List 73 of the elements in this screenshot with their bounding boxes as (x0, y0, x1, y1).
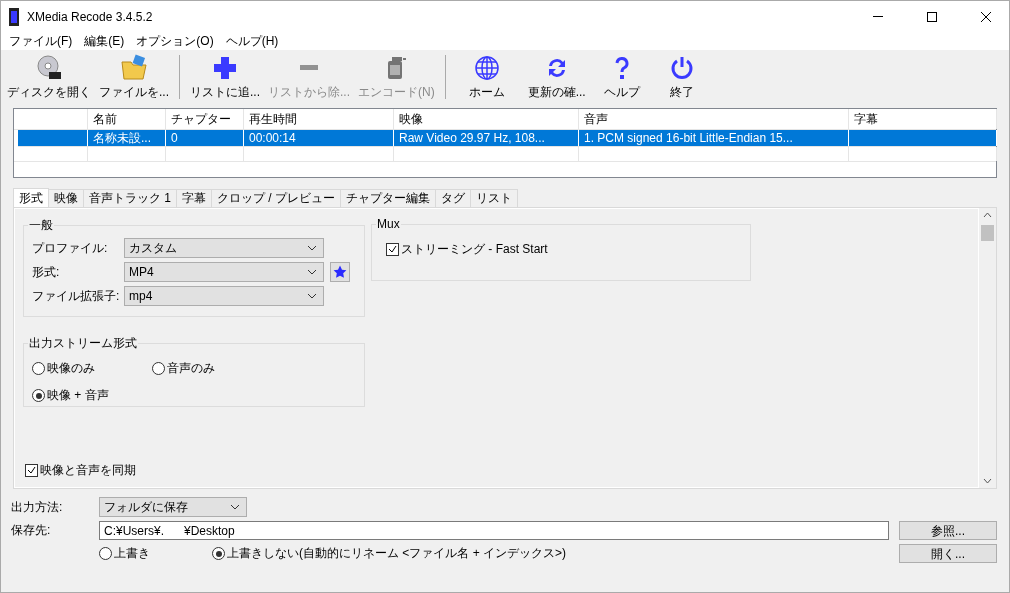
chevron-down-icon (307, 293, 317, 299)
field-label: 出力方法: (11, 498, 64, 516)
table-cell: 1. PCM signed 16-bit Little-Endian 15... (579, 130, 849, 146)
dropdown[interactable]: フォルダに保存 (99, 497, 247, 517)
checkmark-icon (27, 466, 36, 475)
film-strip-icon (9, 7, 19, 26)
menu-item[interactable]: ファイル(F) (3, 32, 79, 50)
field-label: ファイル拡張子: (32, 287, 121, 305)
file-row[interactable]: 名称未設... 0 00:00:14 Raw Video 29.97 Hz, 108... 1. PCM signed 16-bit Little-Endian 15... (18, 130, 996, 147)
radio-button[interactable]: 映像 + 音声 (32, 387, 152, 404)
table-cell: 0 (166, 130, 244, 146)
column-header: 名前 (88, 109, 166, 129)
column-header: チャプター (166, 109, 244, 129)
group-title: 出力ストリーム形式 (28, 335, 138, 352)
column-header: 音声 (579, 109, 849, 129)
path-field[interactable]: C:¥Users¥. ¥Desktop (99, 521, 889, 540)
disc-icon (35, 53, 63, 82)
radio-button[interactable]: 映像のみ (32, 360, 152, 377)
chevron-down-icon (307, 245, 317, 251)
tab[interactable]: 映像 (48, 189, 84, 207)
toolbar-button[interactable]: ファイルを... (95, 52, 173, 102)
plus-icon (212, 54, 238, 81)
minus-icon (300, 65, 319, 70)
dropdown[interactable]: カスタム (124, 238, 324, 258)
checkmark-icon (388, 245, 397, 254)
star-icon (333, 265, 347, 279)
toolbar-button[interactable]: リストに追... (186, 52, 265, 102)
tab[interactable]: 音声トラック 1 (83, 189, 177, 207)
toolbar-button[interactable]: ホーム (451, 52, 522, 102)
table-cell: 名称未設... (88, 130, 166, 146)
tab[interactable]: チャプター編集 (340, 189, 437, 207)
toolbar-button[interactable]: ディスクを開く (3, 52, 95, 102)
group-title: 一般 (28, 217, 54, 234)
scrollbar[interactable] (979, 208, 996, 488)
checkbox[interactable]: ストリーミング - Fast Start (386, 241, 744, 258)
folder-icon (120, 53, 148, 82)
dropdown[interactable]: mp4 (124, 286, 324, 306)
tab[interactable]: リスト (470, 189, 519, 207)
field-label: 保存先: (11, 522, 52, 539)
favorite-button[interactable] (330, 262, 350, 282)
tab[interactable]: タグ (435, 189, 472, 207)
field-label: プロファイル: (32, 239, 109, 257)
tab[interactable]: 字幕 (176, 189, 212, 207)
dropdown[interactable]: MP4 (124, 262, 324, 282)
chevron-down-icon (307, 269, 317, 275)
field-label: 形式: (32, 263, 61, 281)
browse-button[interactable]: 参照... (899, 521, 997, 540)
minimize-icon (873, 16, 883, 17)
radio-button[interactable]: 上書き (99, 545, 150, 562)
close-icon (981, 11, 991, 22)
table-cell: 00:00:14 (244, 130, 394, 146)
scroll-thumb[interactable] (981, 225, 994, 241)
toolbar-button[interactable]: 更新の確... (521, 52, 592, 102)
chevron-down-icon (230, 504, 240, 510)
globe-icon (473, 54, 500, 81)
tab[interactable]: 形式 (13, 188, 49, 207)
checkbox[interactable]: 映像と音声を同期 (25, 462, 978, 479)
tab[interactable]: クロップ / プレビュー (211, 189, 342, 207)
toolbar-button[interactable]: 終了 (651, 52, 712, 102)
maximize-icon (927, 11, 937, 22)
group-title: Mux (376, 217, 401, 231)
table-cell: Raw Video 29.97 Hz, 108... (394, 130, 579, 146)
menu-item[interactable]: ヘルプ(H) (219, 32, 285, 50)
menu-item[interactable]: 編集(E) (78, 32, 131, 50)
menu-item[interactable]: オプション(O) (130, 32, 220, 50)
window-title: XMedia Recode 3.4.5.2 (27, 9, 154, 24)
toolbar-button[interactable]: ヘルプ (591, 52, 652, 102)
radio-button[interactable]: 音声のみ (152, 360, 272, 377)
column-header: 映像 (394, 109, 579, 129)
open-button[interactable]: 開く... (899, 544, 997, 563)
column-header: 再生時間 (244, 109, 394, 129)
radio-button[interactable]: 上書きしない(自動的にリネーム <ファイル名 + インデックス>) (212, 545, 567, 562)
column-header: 字幕 (849, 109, 997, 129)
